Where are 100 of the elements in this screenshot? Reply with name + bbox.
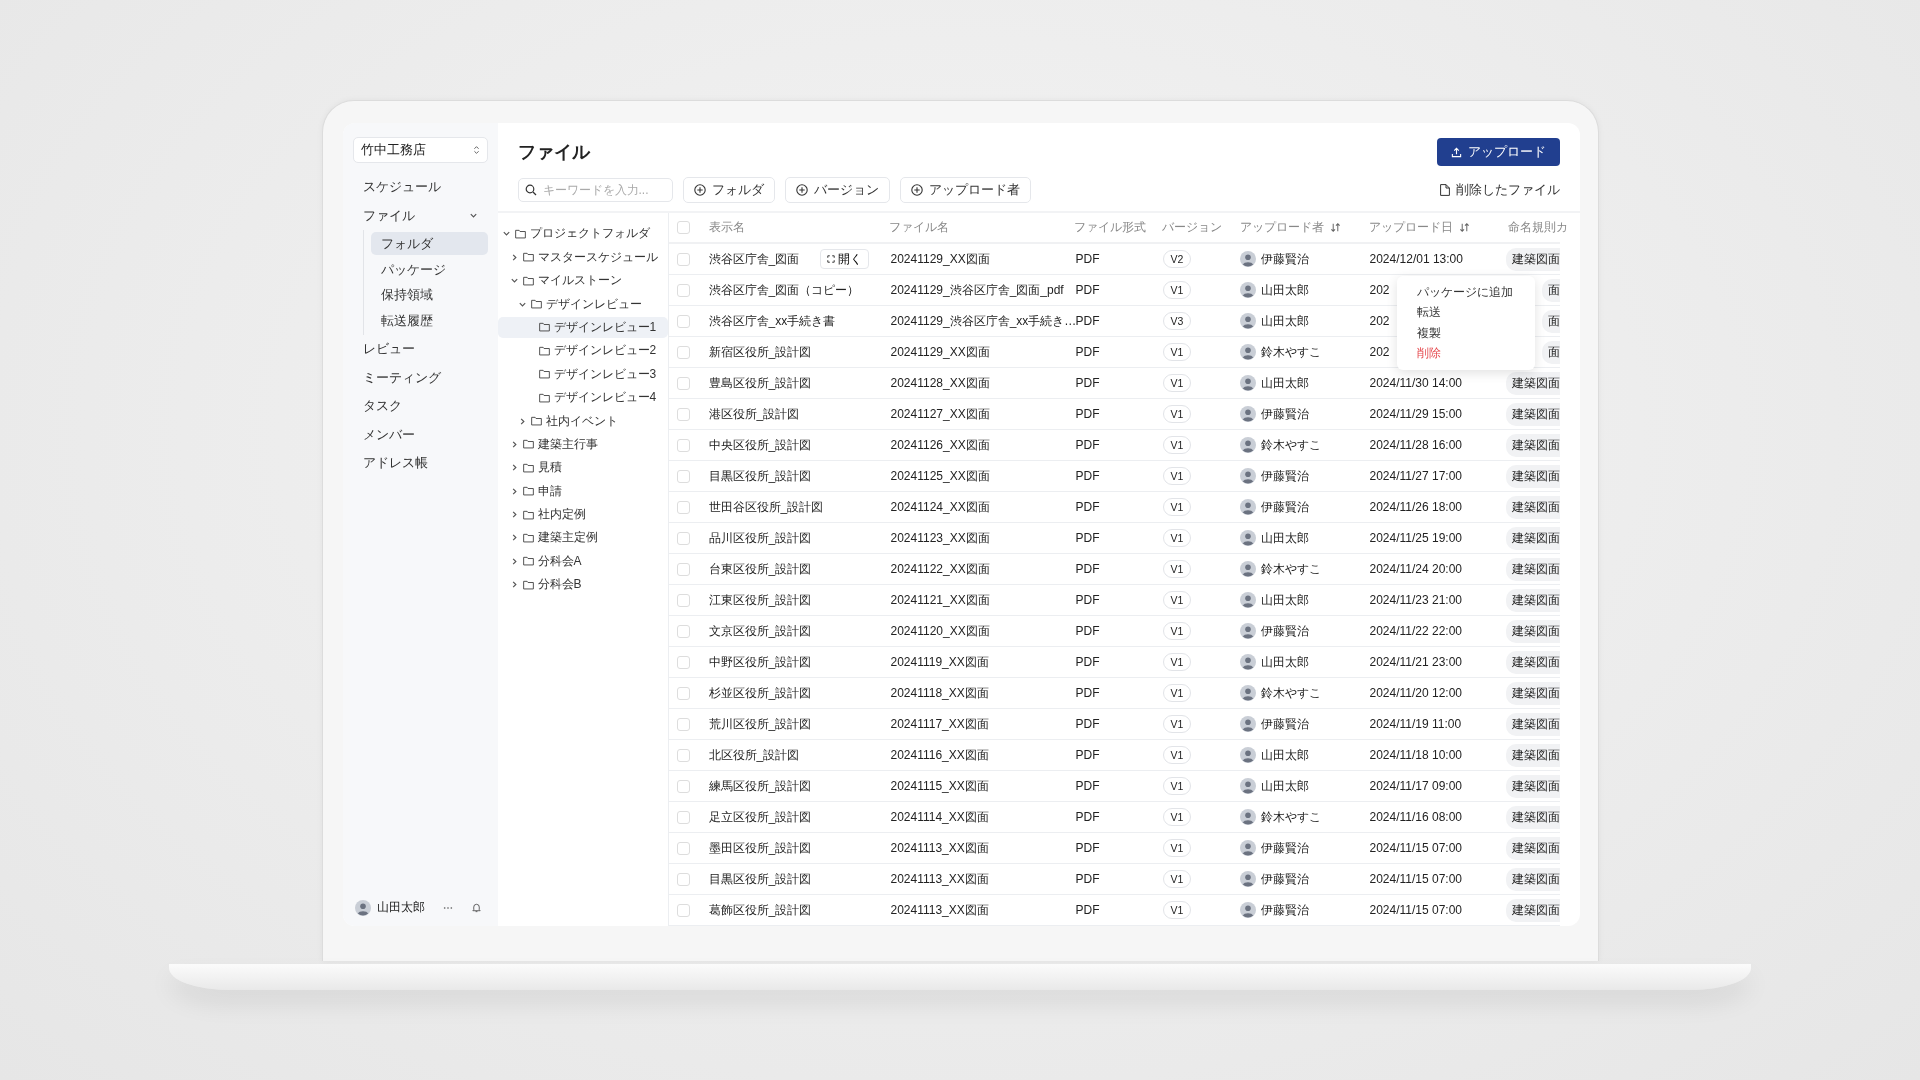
tree-item[interactable]: プロジェクトフォルダ [497,223,668,245]
table-cell: 足立区役所_設計図 [708,808,812,826]
checkbox[interactable] [676,376,690,390]
naming-tag: 建築図面 [1505,588,1560,612]
page-title: ファイル [517,141,590,164]
checkbox[interactable] [676,841,690,855]
chevron-icon[interactable] [501,229,511,239]
nav-subitem[interactable]: パッケージ [370,258,488,282]
column-header: アップロード日 [1368,219,1453,236]
tree-item[interactable]: 分科会B [497,574,668,596]
menu-item[interactable]: パッケージに追加 [1416,282,1535,303]
table-cell: 20241120_XX図面 [890,622,990,640]
table-cell: 鈴木やすこ [1260,436,1321,454]
folder-icon [522,252,534,263]
deleted-files-link[interactable]: 削除したファイル [1439,181,1560,199]
checkbox[interactable] [676,438,690,452]
tree-item[interactable]: デザインレビュー [497,293,668,315]
table-cell: 202 [1369,283,1390,297]
checkbox[interactable] [676,655,690,669]
checkbox[interactable] [676,624,690,638]
menu-item[interactable]: 削除 [1416,343,1535,364]
table-cell: PDF [1075,252,1100,266]
tree-item[interactable]: デザインレビュー1 [497,316,668,338]
table-cell: 鈴木やすこ [1260,343,1321,361]
naming-tag: 建築図面 [1505,867,1560,891]
checkbox[interactable] [676,345,690,359]
nav-item[interactable]: メンバー [352,420,488,449]
table-cell: 2024/11/29 15:00 [1369,407,1463,421]
checkbox[interactable] [676,407,690,421]
tree-item[interactable]: 社内定例 [497,504,668,526]
upload-button[interactable]: アップロード [1436,138,1560,166]
table-cell: 山田太郎 [1260,653,1309,671]
filter-button[interactable]: フォルダ [682,177,775,203]
avatar-icon [1239,561,1256,577]
avatar-icon [1239,375,1256,391]
checkbox[interactable] [676,717,690,731]
tree-item[interactable]: 見積 [497,457,668,479]
checkbox[interactable] [676,469,690,483]
avatar-icon [1239,468,1256,484]
tree-item[interactable]: 分科会A [497,550,668,572]
tree-item[interactable]: 建築主行事 [497,433,668,455]
menu-item[interactable]: 複製 [1416,323,1535,344]
avatar-icon [1239,406,1256,422]
table-cell: PDF [1075,500,1100,514]
nav-item[interactable]: ミーティング [352,363,488,392]
sort-icon[interactable] [1458,222,1470,233]
nav-subitem[interactable]: 転送履歴 [370,309,488,333]
sort-icon[interactable] [1329,222,1341,233]
tree-item[interactable]: デザインレビュー4 [497,387,668,409]
checkbox[interactable] [676,283,690,297]
checkbox[interactable] [676,252,690,266]
checkbox[interactable] [676,531,690,545]
checkbox[interactable] [676,221,690,234]
checkbox[interactable] [676,779,690,793]
organization-select[interactable]: 竹中工務店 [352,137,488,163]
chevron-icon[interactable] [509,276,519,286]
nav-item[interactable]: スケジュール [352,173,488,202]
checkbox[interactable] [676,872,690,886]
table-cell: 20241114_XX図面 [890,808,989,826]
search-field[interactable]: キーワードを入力... [517,178,673,202]
more-icon[interactable] [442,905,453,910]
bell-icon[interactable] [470,902,482,913]
table-cell: PDF [1075,748,1100,762]
tree-item[interactable]: デザインレビュー2 [497,340,668,362]
table-cell: 2024/11/28 16:00 [1369,438,1463,452]
table-cell: 江東区役所_設計図 [708,591,812,609]
table-cell: 2024/11/15 07:00 [1369,903,1463,917]
checkbox[interactable] [676,593,690,607]
filter-button[interactable]: アップロード者 [899,177,1031,203]
nav-item[interactable]: タスク [352,392,488,421]
column-header: 命名規則カ [1507,219,1568,236]
tree-item[interactable]: 申請 [497,480,668,502]
menu-item[interactable]: 転送 [1416,302,1535,323]
table-cell: 20241125_XX図面 [890,467,990,485]
nav-item[interactable]: レビュー [352,335,488,364]
checkbox[interactable] [676,686,690,700]
tree-item[interactable]: 社内イベント [497,410,668,432]
tree-item[interactable]: デザインレビュー3 [497,363,668,385]
checkbox[interactable] [676,903,690,917]
tree-item[interactable]: マスタースケジュール [497,246,668,268]
table-cell: 渋谷区庁舎_図面 [708,250,800,268]
filter-button[interactable]: バージョン [784,177,890,203]
nav-subitem[interactable]: フォルダ [370,232,488,256]
nav-subitem[interactable]: 保持領域 [370,283,488,307]
open-button[interactable]: 開く [819,249,869,269]
checkbox[interactable] [676,500,690,514]
tree-item[interactable]: マイルストーン [497,270,668,292]
checkbox[interactable] [676,810,690,824]
nav-item[interactable]: ファイル [352,201,488,230]
tree-item[interactable]: 建築主定例 [497,527,668,549]
naming-tag: 面 [1541,278,1560,302]
naming-tag: 建築図面 [1505,495,1560,519]
table-cell: 2024/11/26 18:00 [1369,500,1463,514]
folder-icon [522,486,534,497]
checkbox[interactable] [676,562,690,576]
table-cell: PDF [1075,562,1100,576]
nav-item[interactable]: アドレス帳 [352,448,488,478]
checkbox[interactable] [676,748,690,762]
checkbox[interactable] [676,314,690,328]
chevron-icon[interactable] [468,211,478,221]
